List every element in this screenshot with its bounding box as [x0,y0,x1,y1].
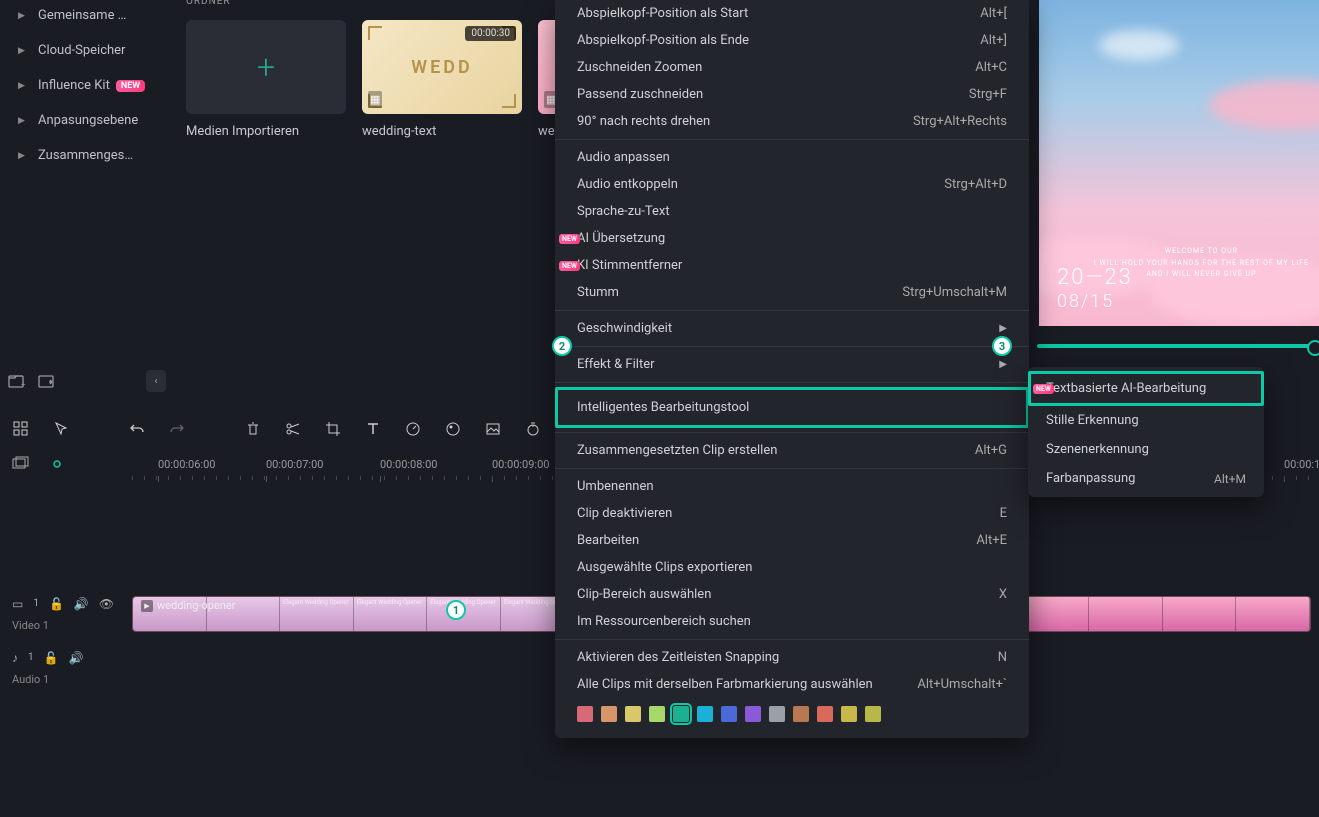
timeline-header [12,456,66,472]
sidebar-footer: + ‹ [8,370,166,392]
crop-icon[interactable] [324,420,342,438]
frame-icon[interactable] [484,420,502,438]
new-badge: NEW [116,80,145,92]
menu-item[interactable]: Im Ressourcenbereich suchen [555,608,1029,635]
menu-item[interactable]: Alle Clips mit derselben Farbmarkierung … [555,671,1029,698]
mute-icon[interactable]: 🔊 [74,597,89,611]
media-item-wedding-text[interactable]: WEDD 00:00:30 ▦ wedding-text [362,20,522,139]
color-swatch[interactable] [745,706,761,722]
menu-item[interactable]: NEWKI Stimmentferner [555,252,1029,279]
color-icon[interactable] [444,420,462,438]
menu-item[interactable]: Clip deaktivierenE [555,500,1029,527]
submenu-item[interactable]: Szenenerkennung [1028,435,1264,464]
audio-icon: ♪ [12,651,18,665]
plus-icon: + [257,48,275,86]
chevron-right-icon: ▶ [18,11,28,21]
duration-badge: 00:00:30 [465,26,516,41]
submenu-item[interactable]: Stille Erkennung [1028,406,1264,435]
layers-icon[interactable] [12,456,30,472]
chevron-right-icon: ▶ [18,81,28,91]
menu-item[interactable]: Zusammengesetzten Clip erstellenAlt+G [555,437,1029,464]
sidebar-item-shared[interactable]: ▶Gemeinsame … [8,0,166,31]
submenu-item[interactable]: FarbanpassungAlt+M [1028,464,1264,493]
menu-item[interactable]: Effekt & Filter▶ [555,351,1029,378]
menu-item[interactable]: 90° nach rechts drehenStrg+Alt+Rechts [555,108,1029,135]
menu-item[interactable]: Intelligentes Bearbeitungstool [555,387,1029,428]
menu-item[interactable]: Geschwindigkeit▶ [555,315,1029,342]
color-swatch[interactable] [793,706,809,722]
submenu-item[interactable]: NEWTextbasierte AI-Bearbeitung [1028,371,1264,406]
media-heading: ORDNER [186,0,231,7]
menu-item[interactable]: Passend zuschneidenStrg+F [555,81,1029,108]
redo-icon[interactable] [168,420,186,438]
color-swatch[interactable] [673,706,689,722]
play-icon: ▶ [141,600,153,612]
link-icon[interactable] [48,456,66,472]
menu-item[interactable]: Umbenennen [555,473,1029,500]
color-swatch[interactable] [649,706,665,722]
menu-item[interactable]: Audio anpassen [555,144,1029,171]
step-badge-3: 3 [992,336,1012,356]
menu-item[interactable]: Zuschneiden ZoomenAlt+C [555,54,1029,81]
menu-item[interactable]: Abspielkopf-Position als EndeAlt+] [555,27,1029,54]
menu-item[interactable]: Aktivieren des Zeitleisten SnappingN [555,644,1029,671]
video-icon: ▭ [12,597,23,611]
folder-move-icon[interactable] [38,373,56,389]
preview-panel[interactable]: 20—23 08/15 WELCOME TO OUR I WILL HOLD Y… [1039,0,1319,326]
media-import-card[interactable]: + Medien Importieren [186,20,346,139]
menu-item[interactable]: Clip-Bereich auswählenX [555,581,1029,608]
svg-text:+: + [21,380,26,389]
color-swatch[interactable] [841,706,857,722]
chevron-right-icon: ▶ [18,151,28,161]
scissors-icon[interactable] [284,420,302,438]
color-swatch[interactable] [721,706,737,722]
preview-scrubber[interactable] [1037,344,1319,348]
sidebar-item-cloud[interactable]: ▶Cloud-Speicher [8,35,166,66]
timer-icon[interactable] [524,420,542,438]
mute-icon[interactable]: 🔊 [69,651,84,665]
color-swatch[interactable] [865,706,881,722]
color-swatch[interactable] [601,706,617,722]
collapse-sidebar-button[interactable]: ‹ [146,370,166,392]
color-swatch[interactable] [769,706,785,722]
layers-icon: ▦ [368,91,382,108]
menu-item[interactable]: StummStrg+Umschalt+M [555,279,1029,306]
trash-icon[interactable] [244,420,262,438]
step-badge-2: 2 [552,336,572,356]
color-swatch[interactable] [817,706,833,722]
step-badge-1: 1 [446,600,466,620]
lock-icon[interactable]: 🔓 [44,651,59,665]
preview-caption: WELCOME TO OUR I WILL HOLD YOUR HANDS FO… [1094,246,1309,280]
eye-icon[interactable]: 👁 [99,597,114,611]
sidebar-item-compound[interactable]: ▶Zusammenges… [8,140,166,171]
menu-item[interactable]: Ausgewählte Clips exportieren [555,554,1029,581]
text-icon[interactable] [364,420,382,438]
menu-item[interactable]: Abspielkopf-Position als StartAlt+[ [555,0,1029,27]
color-swatch[interactable] [625,706,641,722]
sidebar-item-adjustment[interactable]: ▶Anpasungsebene [8,105,166,136]
sidebar: ▶Gemeinsame … ▶Cloud-Speicher ▶Influence… [8,0,166,175]
chevron-right-icon: ▶ [18,46,28,56]
menu-item[interactable]: NEWAI Übersetzung [555,225,1029,252]
context-submenu: NEWTextbasierte AI-BearbeitungStille Erk… [1028,367,1264,497]
preview-date-2: 08/15 [1057,291,1114,312]
color-swatch[interactable] [577,706,593,722]
lock-icon[interactable]: 🔓 [49,597,64,611]
cursor-icon[interactable] [52,420,70,438]
undo-icon[interactable] [128,420,146,438]
sidebar-item-influence[interactable]: ▶Influence KitNEW [8,70,166,101]
menu-item[interactable]: Sprache-zu-Text [555,198,1029,225]
speed-icon[interactable] [404,420,422,438]
menu-item[interactable]: Audio entkoppelnStrg+Alt+D [555,171,1029,198]
timeline-toolbar: ⋯ [12,420,622,438]
context-menu: Abspielkopf-Position als StartAlt+[Abspi… [555,0,1029,738]
color-swatch[interactable] [697,706,713,722]
grid-icon[interactable] [12,420,30,438]
media-grid: + Medien Importieren WEDD 00:00:30 ▦ wed… [186,20,558,139]
chevron-right-icon: ▶ [18,116,28,126]
folder-add-icon[interactable]: + [8,373,26,389]
menu-item[interactable]: BearbeitenAlt+E [555,527,1029,554]
